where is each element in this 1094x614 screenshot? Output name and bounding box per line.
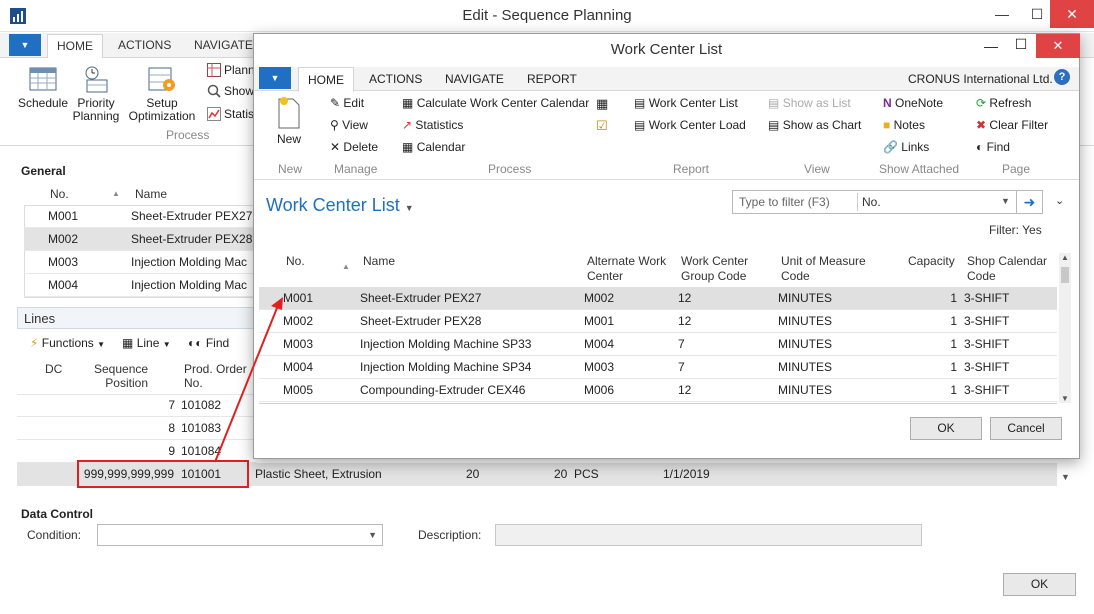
annotation-arrow [214, 297, 283, 463]
